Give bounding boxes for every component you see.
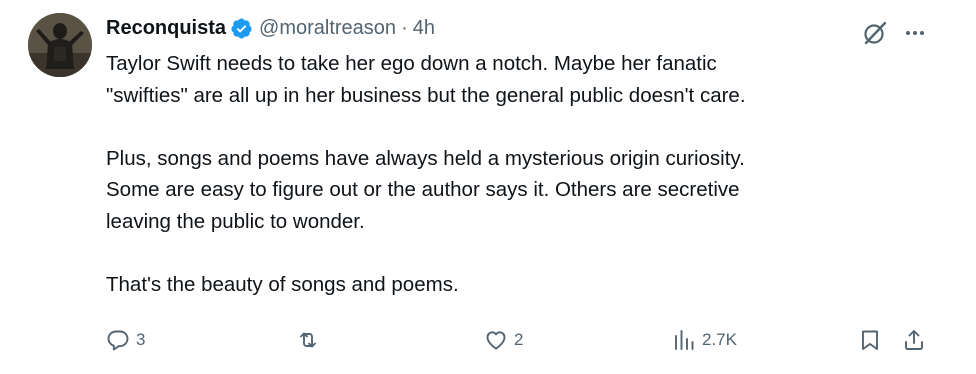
tweet[interactable]: Reconquista @moraltreason · 4h Taylor Sw… [0,0,976,374]
tweet-text: Taylor Swift needs to take her ego down … [106,48,946,300]
tweet-header: Reconquista @moraltreason · 4h [106,12,435,44]
repost-icon [300,332,316,348]
views-count: 2.7K [702,330,737,349]
more-button[interactable] [900,18,930,48]
author-display-name[interactable]: Reconquista [106,17,226,40]
tweet-text-line: Taylor Swift needs to take her ego down … [106,52,717,75]
share-icon [905,330,923,350]
reply-button[interactable]: 3 [106,322,145,358]
bookmark-button[interactable] [858,322,882,358]
bookmark-icon [862,330,878,350]
tweet-text-line: That's the beauty of songs and poems. [106,272,459,296]
reply-count: 3 [136,330,146,349]
more-icon [906,31,924,35]
repost-button[interactable] [296,322,326,358]
views-button[interactable]: 2.7K [672,322,737,358]
like-icon [486,331,506,350]
views-icon [675,330,694,350]
like-count: 2 [514,330,524,349]
timestamp[interactable]: 4h [413,17,435,40]
avatar[interactable] [28,13,92,77]
avatar-image [28,13,92,77]
grok-icon [864,21,887,45]
author-handle[interactable]: @moraltreason [259,17,396,40]
share-button[interactable] [902,322,926,358]
tweet-text-line: "swifties" are all up in her business bu… [106,83,746,107]
grok-button[interactable] [860,18,890,48]
separator-dot: · [401,16,408,39]
like-button[interactable]: 2 [484,322,523,358]
verified-badge-icon[interactable] [230,17,253,40]
reply-icon [107,330,129,351]
tweet-text-line: Some are easy to figure out or the autho… [106,178,740,201]
tweet-text-line: leaving the public to wonder. [106,209,365,233]
action-bar: 3 2 2.7K [106,322,936,358]
tweet-text-line: Plus, songs and poems have always held a… [106,146,745,170]
